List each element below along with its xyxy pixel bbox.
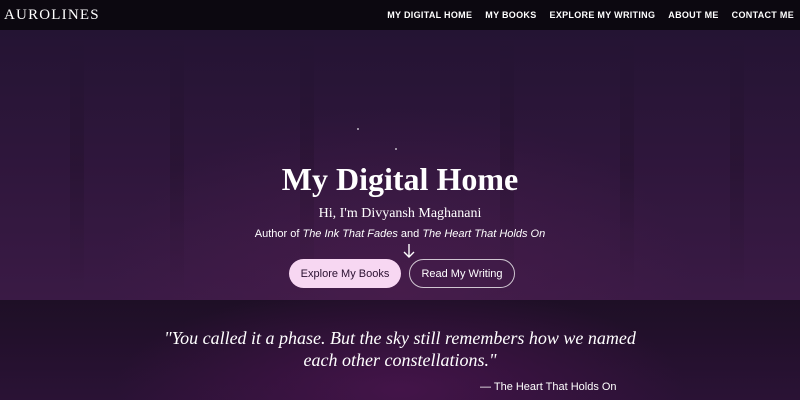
book-title-ink-that-fades: The Ink That Fades (302, 228, 398, 240)
star-dot (395, 148, 397, 150)
nav-link-explore-my-writing[interactable]: EXPLORE MY WRITING (550, 10, 656, 20)
hero-author-line: Author of The Ink That Fades and The Hea… (0, 228, 800, 240)
arrow-down-icon[interactable] (402, 243, 416, 259)
hero-section: My Digital Home Hi, I'm Divyansh Maghana… (0, 30, 800, 300)
nav-links: MY DIGITAL HOME MY BOOKS EXPLORE MY WRIT… (374, 10, 794, 20)
book-title-heart-that-holds-on: The Heart That Holds On (422, 228, 546, 240)
author-and: and (397, 228, 423, 240)
nav-link-my-digital-home[interactable]: MY DIGITAL HOME (387, 10, 472, 20)
nav-link-my-books[interactable]: MY BOOKS (485, 10, 536, 20)
quote-source: — The Heart That Holds On (480, 381, 617, 393)
nav-link-contact-me[interactable]: CONTACT ME (732, 10, 794, 20)
brand-logo[interactable]: AUROLINES (4, 7, 100, 24)
navbar: AUROLINES MY DIGITAL HOME MY BOOKS EXPLO… (0, 0, 800, 30)
read-my-writing-button[interactable]: Read My Writing (409, 259, 515, 288)
hero-greeting: Hi, I'm Divyansh Maghanani (318, 206, 482, 221)
author-prefix: Author of (254, 228, 303, 240)
nav-link-about-me[interactable]: ABOUT ME (668, 10, 718, 20)
star-dot (357, 128, 359, 130)
page: AUROLINES MY DIGITAL HOME MY BOOKS EXPLO… (0, 0, 800, 400)
quote-text: "You called it a phase. But the sky stil… (164, 328, 636, 370)
explore-my-books-button[interactable]: Explore My Books (289, 259, 401, 288)
quote-section: "You called it a phase. But the sky stil… (0, 300, 800, 400)
hero-title: My Digital Home (281, 161, 519, 197)
